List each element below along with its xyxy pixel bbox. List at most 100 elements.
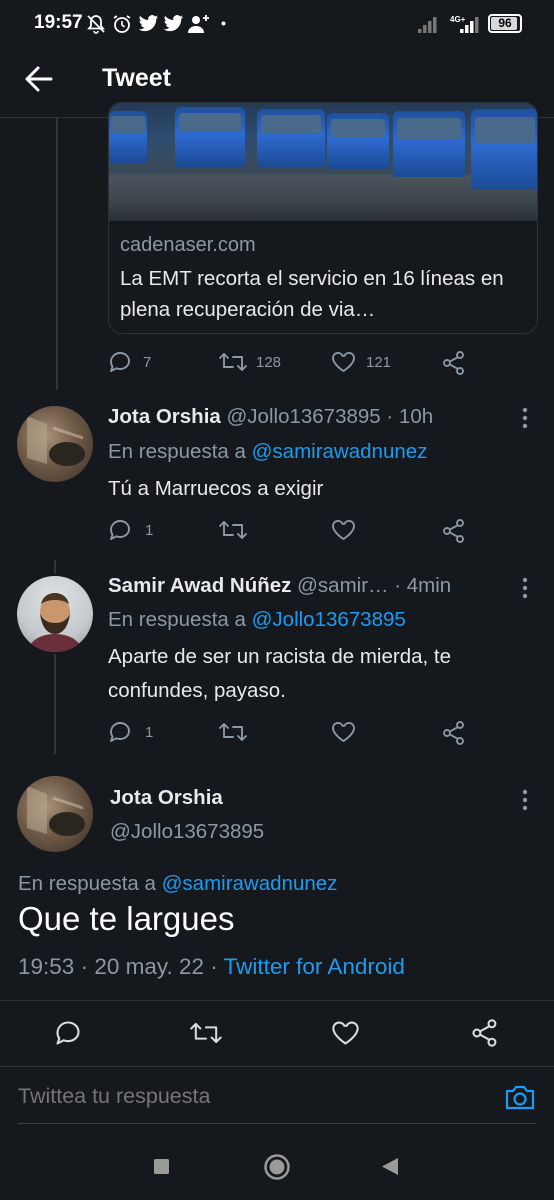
main-tweet-meta: 19:53 · 20 may. 22 · Twitter for Android xyxy=(18,954,405,979)
more-vertical-icon xyxy=(521,789,529,811)
link-card[interactable]: cadenaser.com La EMT recorta el servicio… xyxy=(108,102,538,334)
main-tweet-text: Que te largues xyxy=(18,900,235,937)
reply-mention-link[interactable]: @samirawadnunez xyxy=(252,440,428,463)
main-author-name[interactable]: Jota Orshia xyxy=(110,786,223,810)
tweet-text: Tú a Marruecos a exigir xyxy=(108,477,324,500)
tweet-author[interactable]: Jota Orshia @Jollo13673895 · 10h xyxy=(108,405,433,429)
heart-icon xyxy=(331,720,356,744)
avatar[interactable] xyxy=(17,406,93,482)
twitter-bird-icon xyxy=(138,14,159,33)
arrow-left-icon xyxy=(24,64,58,94)
thread-line xyxy=(54,654,56,754)
battery-level: 96 xyxy=(498,16,512,30)
share-icon xyxy=(441,518,467,544)
author-handle: @samir… xyxy=(297,574,389,597)
circle-icon xyxy=(263,1153,291,1181)
reply-input[interactable] xyxy=(18,1084,488,1109)
more-options-button[interactable] xyxy=(521,789,529,811)
home-button[interactable] xyxy=(263,1153,291,1181)
mute-bell-icon xyxy=(86,14,106,34)
retweet-icon xyxy=(218,350,248,374)
retweet-count: 128 xyxy=(256,354,282,371)
retweet-button[interactable] xyxy=(218,720,248,744)
reply-context: En respuesta a @samirawadnunez xyxy=(108,440,427,464)
more-vertical-icon xyxy=(521,577,529,599)
share-icon xyxy=(441,350,467,376)
reply-prefix: En respuesta a xyxy=(108,440,246,463)
share-button[interactable] xyxy=(470,1018,500,1048)
share-button[interactable] xyxy=(441,720,467,746)
reply-button[interactable] xyxy=(108,350,132,374)
like-button[interactable] xyxy=(331,720,356,744)
share-icon xyxy=(441,720,467,746)
reply-prefix: En respuesta a xyxy=(18,872,156,895)
reply-button[interactable] xyxy=(108,720,132,744)
retweet-button[interactable] xyxy=(218,350,248,374)
card-domain: cadenaser.com xyxy=(120,234,256,256)
share-button[interactable] xyxy=(441,350,467,376)
status-time: 19:57 xyxy=(34,12,83,33)
avatar[interactable] xyxy=(17,776,93,852)
more-options-button[interactable] xyxy=(521,407,529,429)
camera-button[interactable] xyxy=(504,1083,536,1111)
retweet-icon xyxy=(218,518,248,542)
reply-button[interactable] xyxy=(54,1019,82,1047)
avatar[interactable] xyxy=(17,576,93,652)
camera-icon xyxy=(504,1083,536,1111)
like-button[interactable] xyxy=(331,1019,360,1047)
back-nav-button[interactable] xyxy=(381,1157,399,1176)
tweet-time: · 10h xyxy=(386,405,434,428)
heart-icon xyxy=(331,518,356,542)
reply-mention-link[interactable]: @Jollo13673895 xyxy=(252,608,406,631)
author-name: Samir Awad Núñez xyxy=(108,574,292,597)
add-user-icon xyxy=(188,14,210,34)
back-button[interactable] xyxy=(24,64,58,94)
retweet-icon xyxy=(189,1019,223,1047)
reply-input-underline xyxy=(18,1123,536,1124)
alarm-icon xyxy=(112,14,132,34)
tweet-author[interactable]: Samir Awad Núñez @samir… · 4min xyxy=(108,574,451,598)
reply-count: 1 xyxy=(145,724,154,741)
share-icon xyxy=(470,1018,500,1048)
dot-icon xyxy=(221,21,226,26)
retweet-button[interactable] xyxy=(218,518,248,542)
twitter-bird-icon xyxy=(163,14,184,33)
reply-icon xyxy=(54,1019,82,1047)
reply-button[interactable] xyxy=(108,518,132,542)
author-handle: @Jollo13673895 xyxy=(226,405,381,428)
thread-line xyxy=(56,118,58,390)
heart-icon xyxy=(331,1019,360,1047)
signal-icon xyxy=(460,16,484,33)
system-nav-bar xyxy=(0,1130,554,1200)
like-button[interactable] xyxy=(331,350,356,374)
reply-icon xyxy=(108,720,132,744)
like-button[interactable] xyxy=(331,518,356,542)
tweet-text: Aparte de ser un racista de mierda, te c… xyxy=(108,645,451,702)
battery-indicator: 96 xyxy=(488,14,522,33)
more-vertical-icon xyxy=(521,407,529,429)
retweet-button[interactable] xyxy=(189,1019,223,1047)
square-icon xyxy=(153,1158,170,1175)
thread-line xyxy=(54,560,56,574)
tweet-source-link[interactable]: Twitter for Android xyxy=(224,954,405,979)
more-options-button[interactable] xyxy=(521,577,529,599)
divider xyxy=(0,1066,554,1067)
tweet-time: 19:53 xyxy=(18,954,75,979)
triangle-left-icon xyxy=(381,1157,399,1176)
reply-context: En respuesta a @Jollo13673895 xyxy=(108,608,406,632)
reply-icon xyxy=(108,350,132,374)
recents-button[interactable] xyxy=(153,1158,170,1175)
share-button[interactable] xyxy=(441,518,467,544)
status-bar: 19:57 4G+ 96 xyxy=(0,0,554,50)
reply-count: 1 xyxy=(145,522,154,539)
heart-icon xyxy=(331,350,356,374)
reply-mention-link[interactable]: @samirawadnunez xyxy=(162,872,338,895)
author-name: Jota Orshia xyxy=(108,405,221,428)
tweet-time: · 4min xyxy=(394,574,452,597)
reply-count: 7 xyxy=(143,354,152,371)
retweet-icon xyxy=(218,720,248,744)
signal-icon xyxy=(418,16,442,33)
main-author-handle[interactable]: @Jollo13673895 xyxy=(110,820,264,844)
reply-context: En respuesta a @samirawadnunez xyxy=(18,872,337,896)
reply-icon xyxy=(108,518,132,542)
